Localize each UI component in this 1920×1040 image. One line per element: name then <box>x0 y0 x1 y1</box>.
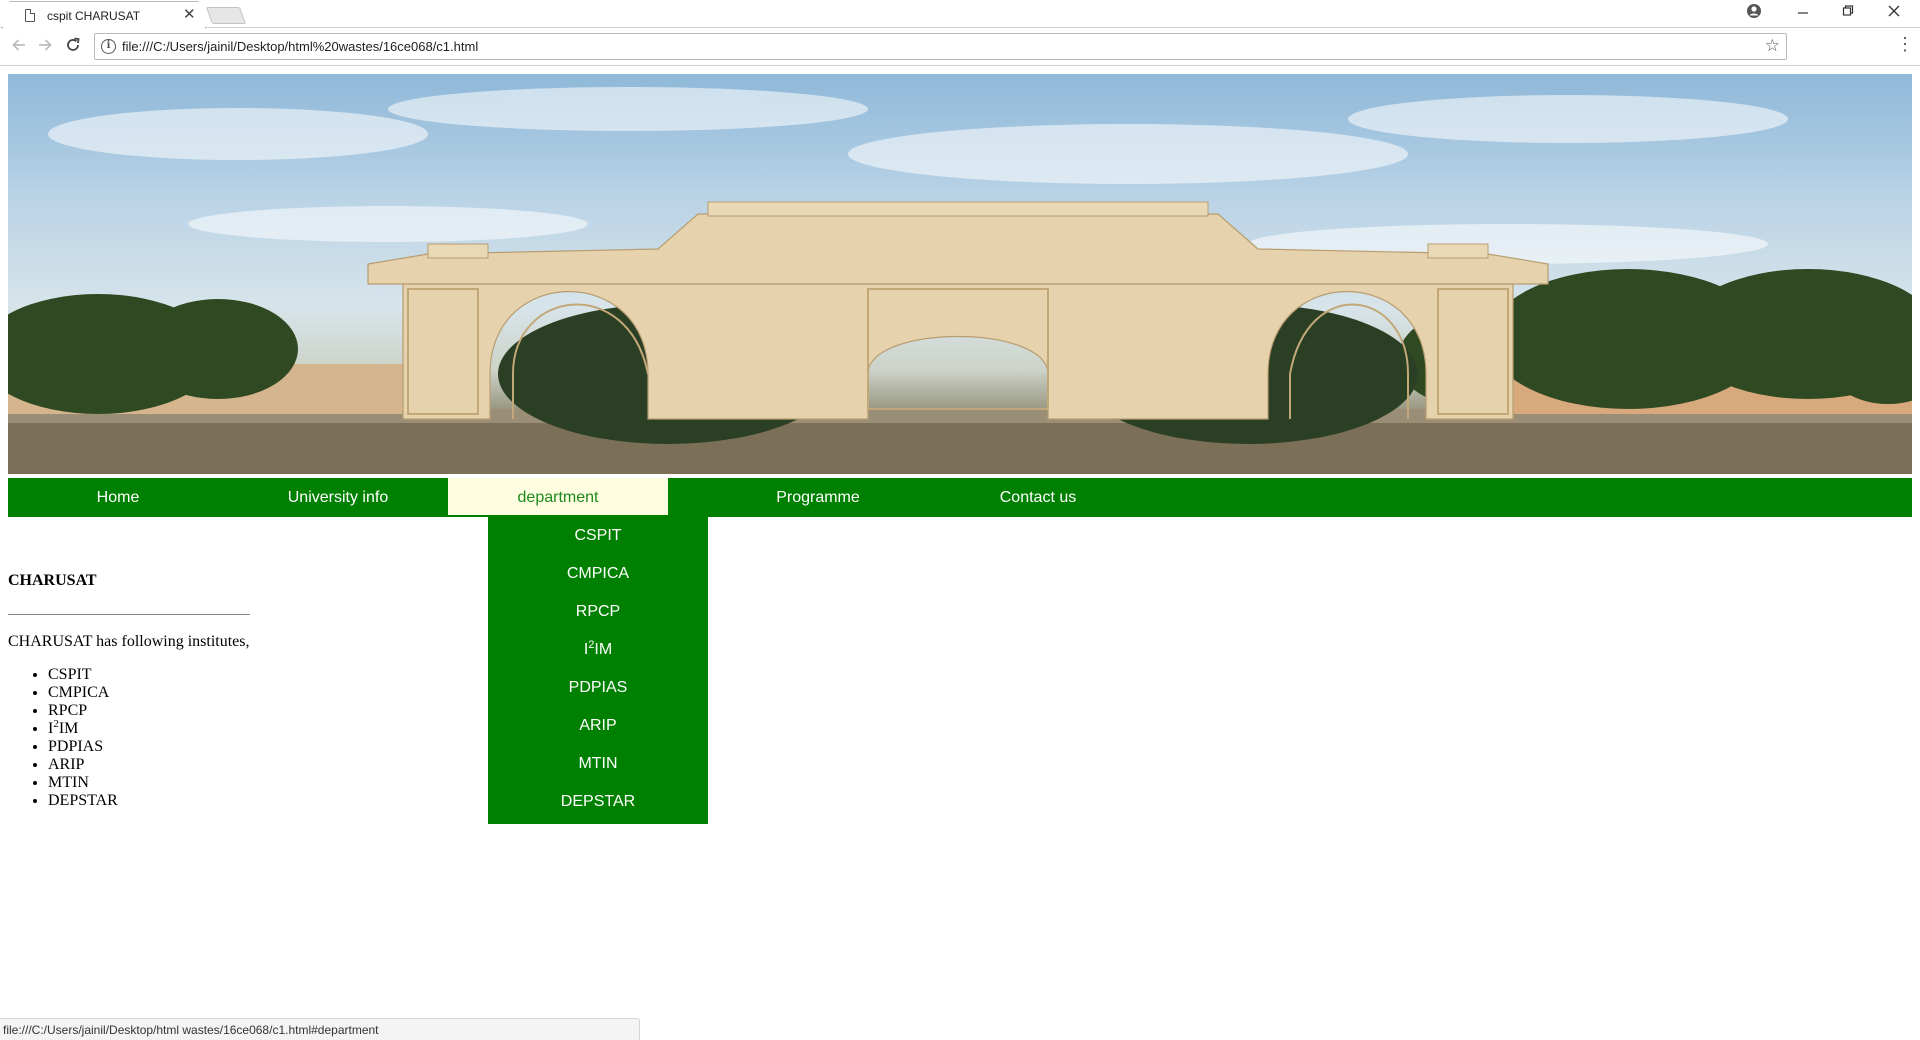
hero-banner-image <box>8 74 1912 474</box>
list-item: DEPSTAR <box>48 792 250 810</box>
star-icon[interactable]: ☆ <box>1765 36 1780 56</box>
info-icon[interactable]: i <box>101 39 116 54</box>
minimize-icon[interactable] <box>1797 3 1809 25</box>
dropdown-item-arip[interactable]: ARIP <box>488 707 708 745</box>
account-icon[interactable] <box>1746 3 1762 25</box>
tab-title: cspit CHARUSAT <box>47 9 141 23</box>
nav-university-info[interactable]: University info <box>228 478 448 517</box>
forward-arrow-icon[interactable] <box>36 36 54 58</box>
list-item: ARIP <box>48 756 250 774</box>
list-item: CMPICA <box>48 684 250 702</box>
dropdown-item-rpcp[interactable]: RPCP <box>488 593 708 631</box>
dropdown-item-cspit[interactable]: CSPIT <box>488 517 708 555</box>
heading-divider <box>8 614 250 615</box>
intro-text: CHARUSAT has following institutes, <box>8 633 250 650</box>
new-tab-button[interactable] <box>205 7 247 24</box>
browser-tab[interactable]: cspit CHARUSAT ✕ <box>2 1 206 29</box>
tab-close-icon[interactable]: ✕ <box>183 7 196 22</box>
back-arrow-icon[interactable] <box>10 36 28 58</box>
close-icon[interactable] <box>1888 3 1900 25</box>
list-item: I2IM <box>48 719 250 738</box>
nav-contact-us[interactable]: Contact us <box>928 478 1148 517</box>
main-navbar: Home University info department Programm… <box>8 478 1912 517</box>
dropdown-item-depstar[interactable]: DEPSTAR <box>488 783 708 821</box>
list-item: PDPIAS <box>48 738 250 756</box>
status-bar: file:///C:/Users/jainil/Desktop/html was… <box>0 1018 640 1040</box>
document-icon <box>25 9 35 22</box>
department-dropdown-menu: CSPIT CMPICA RPCP I2IM PDPIAS ARIP MTIN … <box>488 517 708 824</box>
reload-icon[interactable] <box>64 36 82 58</box>
dropdown-item-mtin[interactable]: MTIN <box>488 745 708 783</box>
dropdown-item-pdpias[interactable]: PDPIAS <box>488 669 708 707</box>
institute-list: CSPIT CMPICA RPCP I2IM PDPIAS ARIP MTIN … <box>8 666 250 810</box>
url-text[interactable]: file:///C:/Users/jainil/Desktop/html%20w… <box>122 39 478 54</box>
nav-programme[interactable]: Programme <box>708 478 928 517</box>
dropdown-item-cmpica[interactable]: CMPICA <box>488 555 708 593</box>
restore-icon[interactable] <box>1842 3 1854 25</box>
address-bar[interactable]: i file:///C:/Users/jainil/Desktop/html%2… <box>94 33 1787 60</box>
status-url: file:///C:/Users/jainil/Desktop/html was… <box>3 1023 379 1037</box>
dropdown-item-i2im[interactable]: I2IM <box>488 631 708 669</box>
browser-toolbar: i file:///C:/Users/jainil/Desktop/html%2… <box>0 29 1920 66</box>
page-heading: CHARUSAT <box>8 572 97 589</box>
list-item: MTIN <box>48 774 250 792</box>
main-content: CHARUSAT CHARUSAT has following institut… <box>8 570 250 810</box>
gate-illustration <box>8 87 1912 474</box>
list-item-i2im-rest: IM <box>58 720 79 737</box>
kebab-menu-icon[interactable]: ⋮ <box>1896 33 1914 55</box>
nav-department[interactable]: department <box>448 478 668 515</box>
nav-home[interactable]: Home <box>8 478 228 517</box>
dropdown-item-i2im-rest: IM <box>594 641 613 658</box>
browser-tab-bar: cspit CHARUSAT ✕ <box>0 0 1920 29</box>
list-item: RPCP <box>48 702 250 720</box>
list-item: CSPIT <box>48 666 250 684</box>
